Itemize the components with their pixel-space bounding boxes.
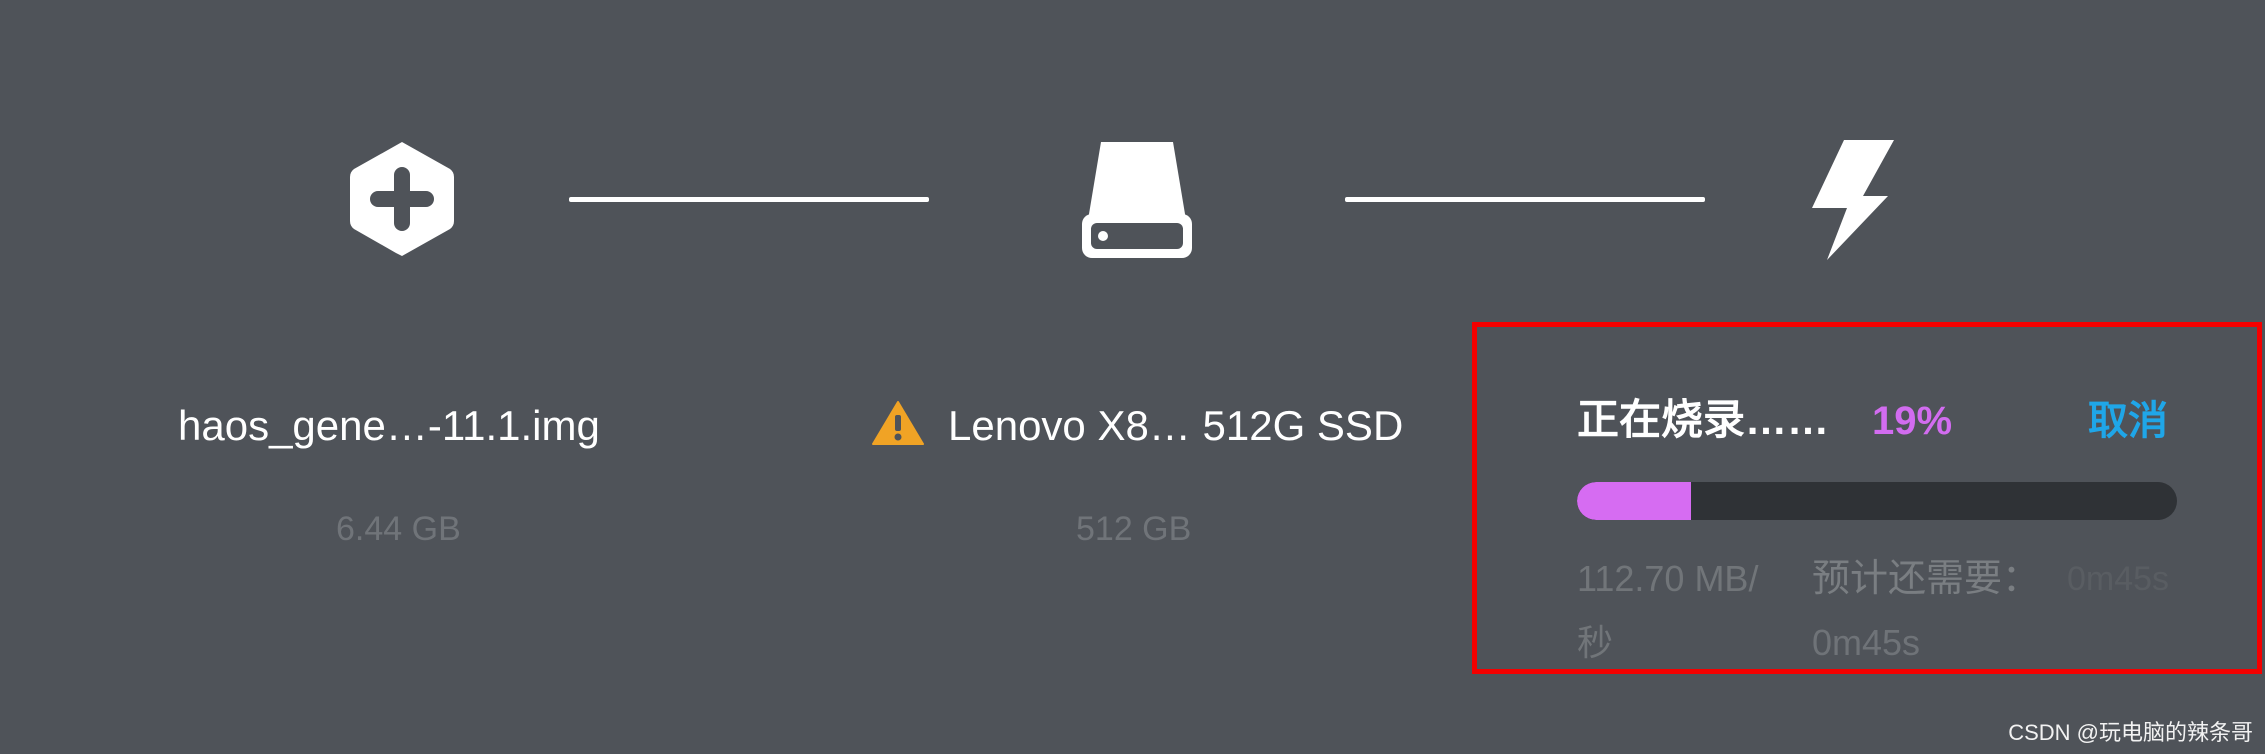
eta-ghost-value: 0m45s: [2067, 560, 2170, 598]
plus-hexagon-icon[interactable]: [346, 138, 458, 260]
flash-percent-label: 19%: [1872, 399, 1953, 443]
flash-progress-fill: [1577, 482, 1691, 520]
eta-label: 预计还需要：: [1812, 558, 2041, 600]
step-connector-2: [1345, 197, 1705, 202]
flash-progress-bar: [1577, 482, 2177, 520]
target-drive-name[interactable]: Lenovo X8… 512G SSD: [948, 405, 1403, 447]
target-drive-size: 512 GB: [1076, 510, 1192, 548]
lightning-icon[interactable]: [1810, 138, 1896, 262]
flash-progress-panel: 正在烧录…… 19% 取消 112.70 MB/秒 预计还需要： 0m45s 0…: [1472, 322, 2262, 674]
flash-app-screen: haos_gene…-11.1.img 6.44 GB Lenovo X8… 5…: [0, 0, 2265, 754]
flash-speed: 112.70 MB/秒: [1577, 558, 1759, 663]
source-image-size: 6.44 GB: [336, 510, 461, 548]
step-connector-1: [569, 197, 929, 202]
flash-status-label: 正在烧录……: [1577, 396, 1830, 443]
eta-value: 0m45s: [1812, 622, 1921, 663]
cancel-button[interactable]: 取消: [2088, 401, 2168, 441]
source-image-name[interactable]: haos_gene…-11.1.img: [178, 405, 600, 447]
csdn-watermark: CSDN @玩电脑的辣条哥: [2008, 720, 2253, 745]
warning-icon: [872, 401, 924, 445]
drive-icon[interactable]: [1078, 138, 1196, 262]
